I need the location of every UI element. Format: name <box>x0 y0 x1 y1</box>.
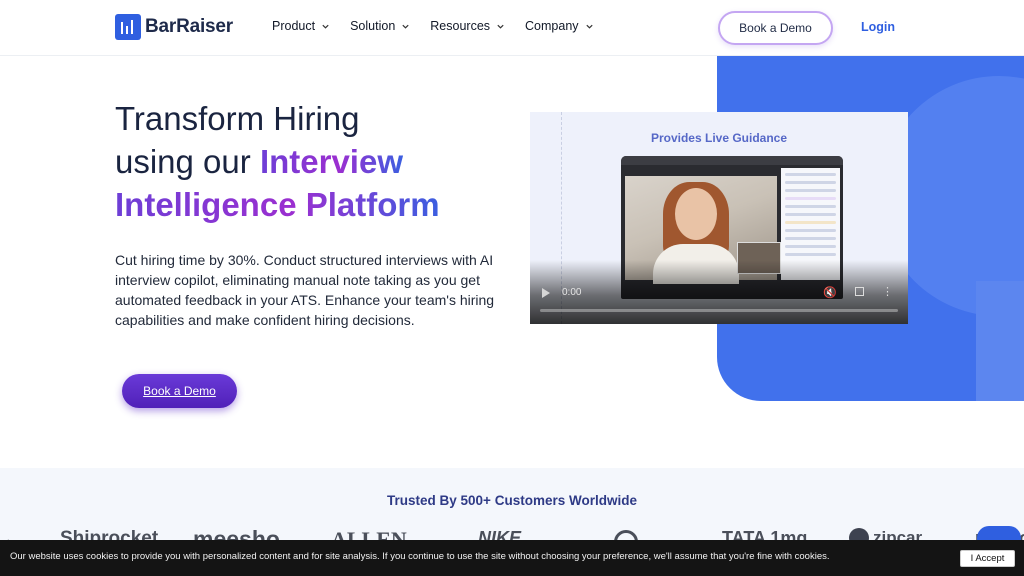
cookie-banner: Our website uses cookies to provide you … <box>0 540 1024 576</box>
play-icon[interactable] <box>542 288 550 298</box>
person-face <box>675 188 717 240</box>
nav-item-product[interactable]: Product <box>272 19 330 33</box>
more-options-icon[interactable]: ⋮ <box>882 285 893 298</box>
video-progress-bar[interactable] <box>540 309 898 312</box>
cookie-accept-button[interactable]: I Accept <box>960 550 1015 567</box>
header-book-demo-button[interactable]: Book a Demo <box>718 11 833 45</box>
nav-item-resources[interactable]: Resources <box>430 19 505 33</box>
chevron-down-icon <box>497 24 504 29</box>
hero-title-highlight: Interview <box>259 143 403 180</box>
customers-title: Trusted By 500+ Customers Worldwide <box>387 493 637 508</box>
brand-mark-icon <box>115 14 141 40</box>
cookie-message: Our website uses cookies to provide you … <box>10 551 830 562</box>
hero-title-line2: using our <box>115 143 260 180</box>
hero-title-line3: Intelligence Platform <box>115 186 440 223</box>
nav-item-solution[interactable]: Solution <box>350 19 410 33</box>
brand-logo[interactable]: BarRaiser <box>115 14 233 40</box>
hero-book-demo-button[interactable]: Book a Demo <box>122 374 237 408</box>
brand-name: BarRaiser <box>145 16 233 37</box>
hero-title: Transform Hiring using our Interview Int… <box>115 97 440 226</box>
product-video[interactable]: Provides Live Guidance 0:00 🔇 ⋮ <box>530 112 908 324</box>
login-link[interactable]: Login <box>861 20 895 34</box>
chevron-down-icon <box>402 24 409 29</box>
hero-title-line1: Transform Hiring <box>115 100 360 137</box>
chevron-down-icon <box>322 24 329 29</box>
site-header: BarRaiser Product Solution Resources Com… <box>0 0 1024 56</box>
nav-label: Company <box>525 19 579 33</box>
browser-bar <box>621 156 843 165</box>
page: BarRaiser Product Solution Resources Com… <box>0 0 1024 576</box>
fullscreen-icon[interactable] <box>855 287 864 296</box>
video-caption: Provides Live Guidance <box>650 131 788 145</box>
video-controls-overlay <box>530 260 908 324</box>
main-nav: Product Solution Resources Company <box>272 19 594 33</box>
chevron-down-icon <box>585 24 593 29</box>
nav-label: Product <box>272 19 316 33</box>
hero-description: Cut hiring time by 30%. Conduct structur… <box>115 252 495 328</box>
decor-rect <box>976 281 1024 401</box>
video-time: 0:00 <box>562 287 582 298</box>
nav-label: Resources <box>430 19 491 33</box>
mute-icon[interactable]: 🔇 <box>823 286 837 299</box>
nav-item-company[interactable]: Company <box>525 19 594 33</box>
nav-label: Solution <box>350 19 396 33</box>
